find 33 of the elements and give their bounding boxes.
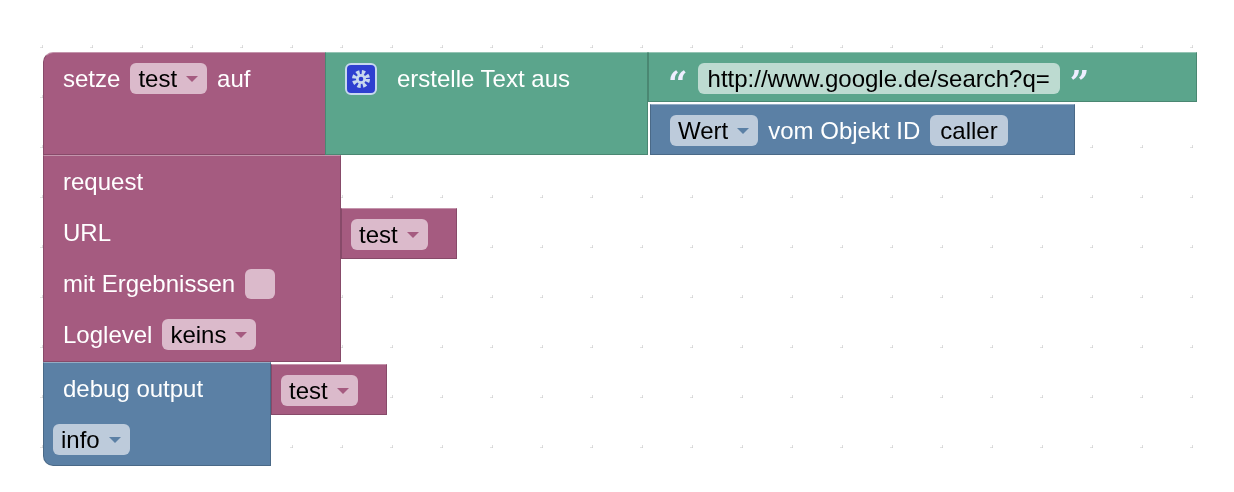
property-dropdown[interactable]: Wert [670,115,759,146]
caret-icon [185,74,200,83]
caret-icon [335,386,350,395]
text-block[interactable]: “ http://www.google.de/search?q= ” [648,52,1197,102]
block-label: setze [63,64,121,93]
checkbox[interactable] [245,268,276,299]
variable-dropdown[interactable]: test [281,375,358,406]
caret-icon [405,230,420,239]
block-label: URL [63,218,111,247]
block-label: mit Ergebnissen [63,269,236,298]
variable-block[interactable]: test [271,364,387,415]
set-variable-block[interactable]: setze test auf [43,52,326,155]
block-label: Loglevel [63,320,153,349]
block-label: request [63,167,144,196]
quote-mark: ” [1069,65,1090,100]
debug-output-block[interactable]: debug output info [43,362,271,466]
caret-icon [736,126,751,135]
text-field[interactable]: http://www.google.de/search?q= [697,63,1060,94]
object-value-block[interactable]: Wert vom Objekt ID caller [650,104,1075,155]
log-level-dropdown[interactable]: info [53,424,130,455]
block-label: auf [217,64,251,93]
caret-icon [234,330,249,339]
block-label: debug output [63,374,204,403]
variable-dropdown[interactable]: test [351,219,428,250]
variable-block[interactable]: test [341,208,457,259]
caret-icon [107,435,122,444]
gear-icon[interactable] [345,62,377,95]
block-label: erstelle Text aus [397,64,570,93]
quote-mark: “ [668,65,688,100]
object-id-field[interactable]: caller [930,115,1008,146]
loglevel-dropdown[interactable]: keins [162,319,257,350]
variable-dropdown[interactable]: test [130,63,208,94]
block-label: vom Objekt ID [768,116,921,145]
